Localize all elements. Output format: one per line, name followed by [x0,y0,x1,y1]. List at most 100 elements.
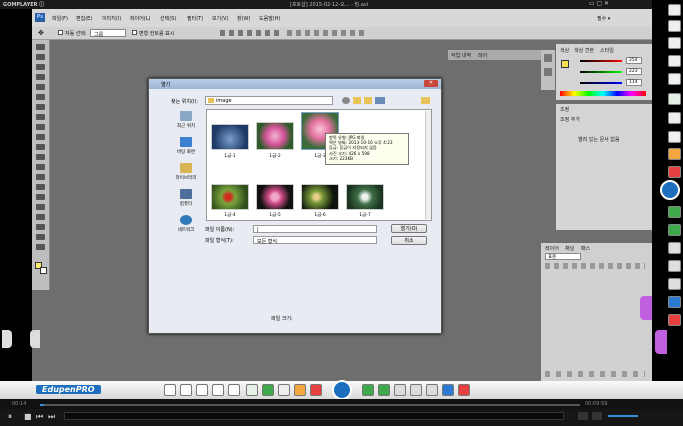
tool-crop-icon[interactable] [36,84,45,90]
menu-window[interactable]: 창(W) [237,15,250,22]
file-list-scrollbar[interactable] [425,111,431,219]
filetype-select[interactable]: 모든 형식 [253,236,377,245]
menu-help[interactable]: 도움말(H) [259,15,280,22]
pen-blue-icon[interactable] [668,20,681,32]
dialog-close-button[interactable]: ✕ [424,80,438,87]
blue-value[interactable]: 114 [626,79,642,86]
bottom-shape-icon[interactable] [278,384,290,396]
next-icon[interactable]: ⏭ [48,412,55,422]
clear-icon[interactable] [668,93,681,105]
pen-red-icon[interactable] [668,37,681,49]
folder-browse-icon[interactable] [421,97,430,104]
blue-slider[interactable] [580,82,622,84]
green-slider[interactable] [580,71,622,73]
place-network[interactable]: 네트워크 [167,215,205,233]
bottom-edupen-main-icon[interactable] [332,380,352,400]
transform-checkbox[interactable] [132,30,137,35]
file-thumb-2[interactable] [256,122,294,150]
bottom-pen-blue-icon[interactable] [180,384,192,396]
menu-edit[interactable]: 편집(E) [76,15,92,22]
red-slider[interactable] [580,60,622,62]
tab-paths[interactable]: 패스 [581,245,590,252]
bottom-tools-icon[interactable] [294,384,306,396]
capture-icon[interactable] [668,278,681,290]
place-computer[interactable]: 컴퓨터 [167,189,205,207]
up-folder-icon[interactable] [353,97,361,104]
tool-shape-icon[interactable] [36,214,45,220]
bottom-settings-icon[interactable] [310,384,322,396]
eraser-icon[interactable] [668,73,681,85]
bottom-prev-icon[interactable] [394,384,406,396]
auto-select-checkbox[interactable] [58,30,63,35]
red-value[interactable]: 254 [626,57,642,64]
current-color-swatch[interactable] [561,60,569,68]
tools-icon[interactable] [668,148,681,160]
tool-history-brush-icon[interactable] [36,134,45,140]
open-button[interactable]: 열기(O) [391,224,427,233]
power-icon[interactable] [668,314,681,326]
menu-filter[interactable]: 필터(T) [187,15,203,22]
board-save-icon[interactable] [668,224,681,236]
page-icon[interactable] [668,242,681,254]
tab-layers[interactable]: 레이어 [545,245,559,252]
layer-lock-icons[interactable] [545,263,645,269]
tab-color[interactable]: 색상 [560,47,569,54]
left-panel-handle[interactable] [30,330,40,348]
color-ramp[interactable] [560,91,646,96]
page-next-icon[interactable] [668,260,681,272]
workspace-switcher[interactable]: 필수 ▾ [597,15,610,22]
playlist-icon[interactable] [578,412,588,420]
settings-icon[interactable] [668,166,681,178]
look-in-select[interactable]: image [205,96,333,105]
seek-track[interactable] [40,404,580,406]
place-desktop[interactable]: 바탕 화면 [167,137,205,155]
menu-image[interactable]: 이미지(I) [102,15,121,22]
pause-icon[interactable]: ⏸ [8,412,12,422]
group-select[interactable]: 그룹 [90,29,126,38]
bottom-highlighter-icon[interactable] [212,384,224,396]
file-thumb-4[interactable] [211,184,249,210]
bottom-eraser-icon[interactable] [228,384,240,396]
history-icon[interactable] [544,54,552,62]
edupen-main-icon[interactable] [660,180,680,200]
tool-type-icon[interactable] [36,194,45,200]
tool-gradient-icon[interactable] [36,154,45,160]
tab-layer-comp[interactable]: 레이 [478,52,487,59]
bottom-page-icon[interactable] [378,384,390,396]
file-thumb-7[interactable] [346,184,384,210]
align-icons[interactable] [220,30,280,36]
cancel-button[interactable]: 취소 [391,236,427,245]
file-thumb-5[interactable] [256,184,294,210]
file-thumb-1[interactable] [211,124,249,150]
distribute-icons[interactable] [287,30,367,36]
tab-history[interactable]: 작업 내역 [451,52,471,59]
window-controls[interactable]: ▭ ▢ ✕ [589,0,609,7]
highlighter-icon[interactable] [668,55,681,67]
bottom-save-icon[interactable] [362,384,374,396]
blend-mode-select[interactable]: 표준 [545,253,581,260]
bottom-clear-icon[interactable] [246,384,258,396]
shape-icon[interactable] [668,112,681,124]
tool-wand-icon[interactable] [36,74,45,80]
tab-channels[interactable]: 채널 [565,245,574,252]
actions-icon[interactable] [544,68,552,76]
bottom-help-icon[interactable] [442,384,454,396]
pen-black-icon[interactable] [668,4,681,16]
settings-player-icon[interactable] [592,412,602,420]
background-color-swatch[interactable] [40,267,47,274]
bottom-power-icon[interactable] [458,384,470,396]
help-icon[interactable] [668,296,681,308]
tool-eyedropper-icon[interactable] [36,94,45,100]
bottom-capture-icon[interactable] [426,384,438,396]
prev-icon[interactable]: ⏮ [36,412,43,422]
tool-dodge-icon[interactable] [36,174,45,180]
bottom-board-icon[interactable] [262,384,274,396]
tool-lasso-icon[interactable] [36,64,45,70]
menu-layer[interactable]: 레이어(L) [130,15,151,22]
tool-move-icon[interactable] [36,44,45,50]
bottom-pen-black-icon[interactable] [164,384,176,396]
menu-file[interactable]: 파일(F) [52,15,68,22]
place-libraries[interactable]: 라이브러리 [167,163,205,181]
menu-select[interactable]: 선택(S) [160,15,176,22]
tab-styles[interactable]: 스타일 [600,47,614,54]
